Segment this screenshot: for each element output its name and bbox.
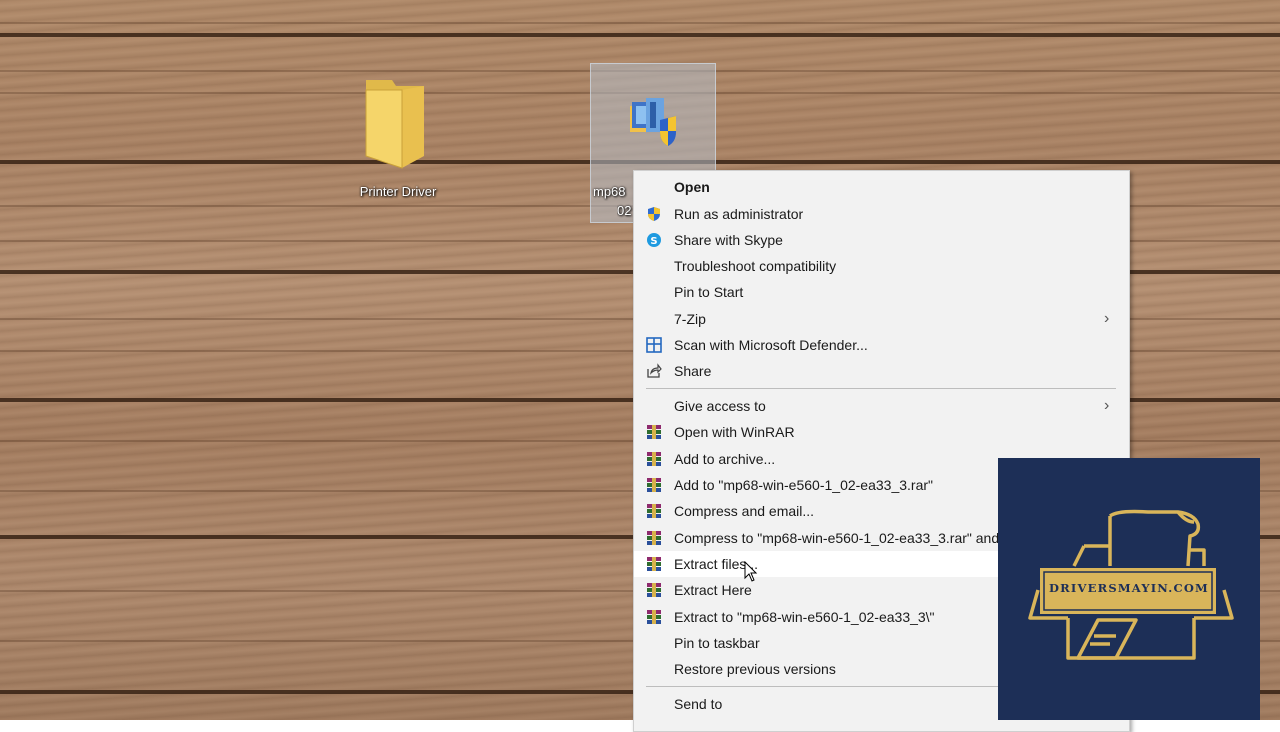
menu-item-share[interactable]: Share [634,358,1129,384]
menu-item-label: Pin to taskbar [674,635,760,651]
menu-item-label: Pin to Start [674,284,744,300]
file-label-line2: 02 [617,203,632,218]
menu-item-label: Restore previous versions [674,661,836,677]
menu-item-label: Share with Skype [674,232,783,248]
menu-item-label: Troubleshoot compatibility [674,258,837,274]
menu-item-label: Compress to "mp68-win-e560-1_02-ea33_3.r… [674,530,1000,546]
menu-item-scan-with-defender[interactable]: Scan with Microsoft Defender... [634,332,1129,358]
menu-item-label: Extract Here [674,582,752,598]
menu-item-label: Extract to "mp68-win-e560-1_02-ea33_3\" [674,609,935,625]
menu-item-open-with-winrar[interactable]: Open with WinRAR [634,419,1129,445]
mouse-cursor-icon [744,561,758,582]
menu-item-label: Send to [674,696,723,712]
menu-item-label: Share [674,363,712,379]
winrar-icon [647,583,661,597]
menu-item-label: Run as administrator [674,206,804,222]
menu-item-label: Open [674,179,710,195]
menu-item-label: Add to archive... [674,451,776,467]
menu-item-label: 7-Zip [674,311,706,327]
menu-item-give-access-to[interactable]: Give access to › [634,393,1129,419]
menu-item-pin-to-start[interactable]: Pin to Start [634,279,1129,305]
menu-item-open[interactable]: Open [634,174,1129,200]
setup-exe-icon [630,98,676,146]
uac-shield-icon [648,207,660,221]
menu-item-troubleshoot-compatibility[interactable]: Troubleshoot compatibility [634,253,1129,279]
watermark-logo: DRIVERSMAYIN.COM [998,458,1260,720]
folder-label: Printer Driver [359,184,437,199]
winrar-icon [647,478,661,492]
chevron-right-icon: › [1104,397,1110,414]
menu-separator [646,388,1116,389]
menu-item-label: Scan with Microsoft Defender... [674,337,868,353]
menu-item-run-as-administrator[interactable]: Run as administrator [634,201,1129,227]
defender-icon [646,337,662,353]
winrar-icon [647,425,661,439]
menu-item-label: Open with WinRAR [674,424,795,440]
menu-item-label: Add to "mp68-win-e560-1_02-ea33_3.rar" [674,477,933,493]
menu-item-share-with-skype[interactable]: S Share with Skype [634,227,1129,253]
winrar-icon [647,531,661,545]
winrar-icon [647,452,661,466]
menu-item-7zip[interactable]: 7-Zip › [634,306,1129,332]
file-label: mp68 [593,184,626,199]
folder-icon [365,80,424,169]
watermark-text: DRIVERSMAYIN.COM [1048,581,1209,595]
skype-icon: S [647,233,661,247]
menu-item-label: Compress and email... [674,503,815,519]
winrar-icon [647,557,661,571]
winrar-icon [647,504,661,518]
winrar-icon [647,610,661,624]
svg-text:S: S [650,236,657,247]
share-icon [647,363,662,378]
chevron-right-icon: › [1104,310,1110,327]
menu-item-label: Give access to [674,398,766,414]
